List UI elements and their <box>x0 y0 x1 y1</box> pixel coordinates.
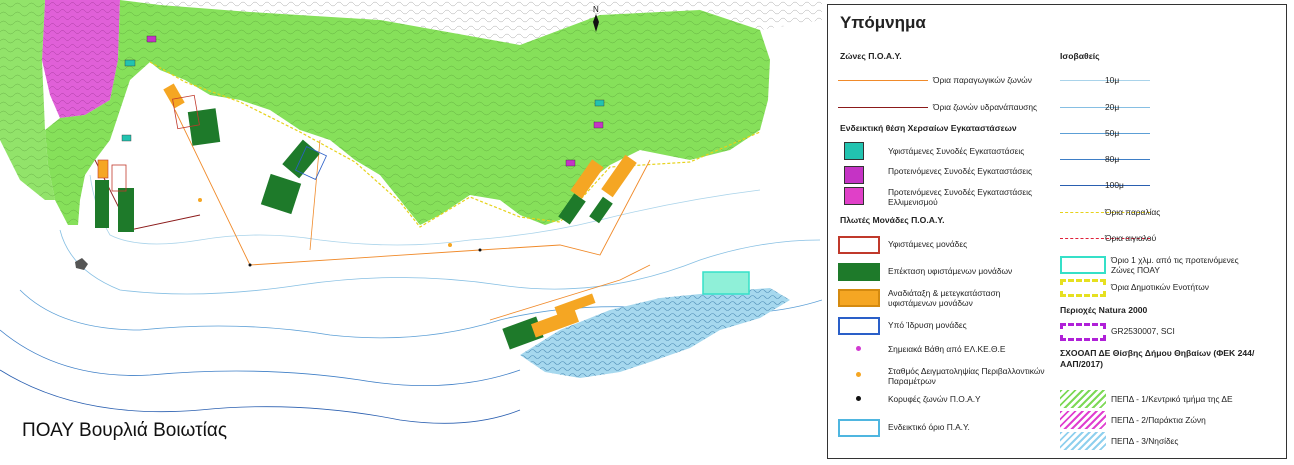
facility-existing-icon[interactable] <box>124 59 136 67</box>
legend-entry-label: Όρια παραγωγικών ζωνών <box>933 75 1032 85</box>
facility-proposed-icon[interactable] <box>146 35 157 43</box>
legend-entry-label: Σταθμός Δειγματοληψίας Περιβαλλοντικών Π… <box>888 366 1045 386</box>
buffer-1km-zone[interactable] <box>702 271 750 295</box>
legend-entry-label: ΠΕΠΔ - 1/Κεντρικό τμήμα της ΔΕ <box>1111 394 1233 404</box>
rock-islet <box>75 258 88 270</box>
legend-entry-label: Σημειακά Βάθη από ΕΛ.ΚΕ.Θ.Ε <box>888 344 1006 354</box>
legend-entry-label: Υφιστάμενες Συνοδές Εγκαταστάσεις <box>888 146 1025 156</box>
farm-unit-expansion[interactable] <box>118 188 134 232</box>
sampling-station-dot[interactable] <box>198 198 202 202</box>
farm-unit-relocation[interactable] <box>97 159 109 179</box>
legend-entry-label: Όρια Δημοτικών Ενοτήτων <box>1111 282 1209 292</box>
legend-box-swatch <box>838 317 880 335</box>
farm-unit-relocation[interactable] <box>163 83 185 109</box>
farm-unit-expansion[interactable] <box>187 108 221 146</box>
svg-text:N: N <box>593 5 599 14</box>
legend-hatch-swatch <box>1060 432 1106 450</box>
legend-title: Υπόμνημα <box>840 13 926 32</box>
legend-section-header: Περιοχές Natura 2000 <box>1060 305 1148 315</box>
farm-unit-expansion[interactable] <box>95 180 109 228</box>
facility-proposed-icon[interactable] <box>565 159 576 167</box>
isobath-80m <box>0 329 521 387</box>
legend-entry-label: Ενδεικτικό όριο Π.Α.Υ. <box>888 422 970 432</box>
facility-proposed-icon[interactable] <box>593 121 604 129</box>
legend-entry-label: Προτεινόμενες Συνοδές Εγκαταστάσεις Ελλι… <box>888 187 1033 207</box>
legend-hatch-swatch <box>1060 390 1106 408</box>
facility-legend-icon <box>844 166 864 184</box>
legend-hatch-swatch <box>1060 411 1106 429</box>
legend-box-swatch <box>838 419 880 437</box>
legend-entry-label: 50μ <box>1105 128 1120 138</box>
legend-entry-label: Κορυφές ζωνών Π.Ο.Α.Υ <box>888 394 981 404</box>
map-caption: ΠΟΑΥ Βουρλιά Βοιωτίας <box>22 420 227 441</box>
legend-entry-label: 10μ <box>1105 75 1120 85</box>
legend-entry-label: 100μ <box>1105 180 1124 190</box>
legend-entry-label: Αναδιάταξη & μετεγκατάσταση υφιστάμενων … <box>888 288 1001 308</box>
legend-section-header: Πλωτές Μονάδες Π.Ο.Α.Υ. <box>840 215 945 225</box>
legend-entry-label: GR2530007, SCI <box>1111 326 1175 336</box>
legend-box-swatch <box>838 263 880 281</box>
legend-entry-label: ΠΕΠΔ - 2/Παράκτια Ζώνη <box>1111 415 1206 425</box>
legend-box-swatch <box>1060 256 1106 274</box>
legend-section-header: Ζώνες Π.Ο.Α.Υ. <box>840 51 902 61</box>
map-canvas[interactable]: N <box>0 0 822 465</box>
legend-entry-label: Όρια αιγιαλού <box>1105 233 1157 243</box>
legend-box-swatch <box>1060 323 1106 341</box>
legend-section-header: Ενδεικτική θέση Χερσαίων Εγκαταστάσεων <box>840 123 1017 133</box>
legend-line-swatch <box>838 80 928 81</box>
farm-unit-existing[interactable] <box>111 164 127 192</box>
legend-entry-label: Όρια ζωνών υδρανάπαυσης <box>933 102 1038 112</box>
zone-vertex-dot <box>478 248 482 252</box>
legend-line-swatch <box>838 107 928 108</box>
legend-dot-swatch <box>856 396 861 401</box>
facility-existing-icon[interactable] <box>594 99 605 107</box>
legend-entry-label: 80μ <box>1105 154 1120 164</box>
facility-existing-icon[interactable] <box>121 134 132 142</box>
legend-entry-label: Όριο 1 χλμ. από τις προτεινόμενες Ζώνες … <box>1111 255 1239 275</box>
legend-entry-label: Όρια παραλίας <box>1105 207 1161 217</box>
rest-zone-boundary <box>94 159 201 231</box>
legend-dot-swatch <box>856 346 861 351</box>
legend-entry-label: Προτεινόμενες Συνοδές Εγκαταστάσεις <box>888 166 1033 176</box>
legend-entry-label: 20μ <box>1105 102 1120 112</box>
legend-panel: Υπόμνημα Ζώνες Π.Ο.Α.Υ. Όρια παραγωγικών … <box>827 4 1287 459</box>
legend-entry-label: Υπό Ίδρυση μονάδες <box>888 320 967 330</box>
farm-unit-expansion[interactable] <box>260 173 302 215</box>
legend-entry-label: ΠΕΠΔ - 3/Νησίδες <box>1111 436 1179 446</box>
legend-box-swatch <box>838 236 880 254</box>
legend-box-swatch <box>838 289 880 307</box>
legend-dot-swatch <box>856 372 861 377</box>
legend-section-header: ΣΧΟΟΑΠ ΔΕ Θίσβης Δήμου Θηβαίων (ΦΕΚ 244/… <box>1060 348 1255 369</box>
legend-entry-label: Υφιστάμενες μονάδες <box>888 239 968 249</box>
facility-legend-icon <box>844 142 864 160</box>
legend-section-header: Ισοβαθείς <box>1060 51 1100 61</box>
legend-box-swatch <box>1060 279 1106 297</box>
zone-vertex-dot <box>248 263 252 267</box>
legend-entry-label: Επέκταση υφιστάμενων μονάδων <box>888 266 1013 276</box>
isobath-100m <box>0 369 521 424</box>
facility-legend-icon <box>844 187 864 205</box>
sampling-station-dot[interactable] <box>448 243 452 247</box>
farm-unit-expansion[interactable] <box>589 196 613 224</box>
